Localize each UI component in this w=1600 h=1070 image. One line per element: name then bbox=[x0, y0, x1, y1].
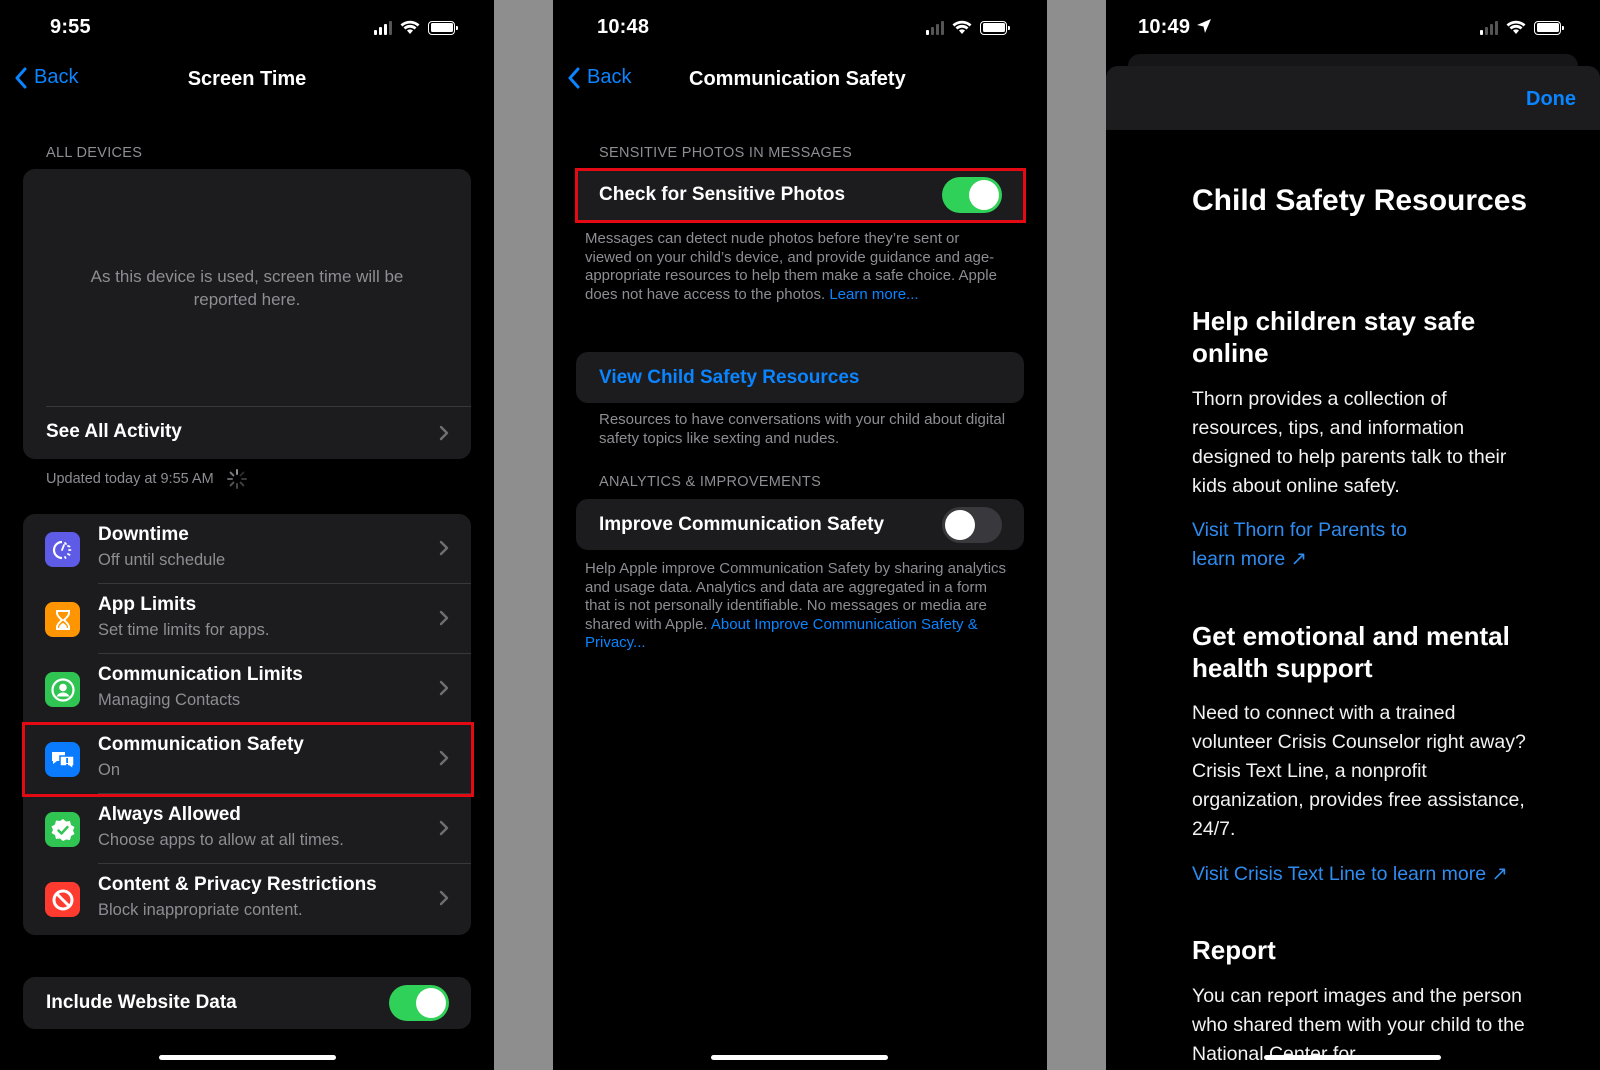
section-body: Need to connect with a trained volunteer… bbox=[1192, 702, 1526, 840]
chart-placeholder-text: As this device is used, screen time will… bbox=[90, 267, 404, 309]
check-sensitive-photos-label: Check for Sensitive Photos bbox=[599, 184, 846, 205]
status-icons bbox=[926, 20, 1010, 35]
analytics-header: ANALYTICS & IMPROVEMENTS bbox=[599, 474, 822, 490]
item-title: Communication Limits bbox=[98, 664, 303, 685]
check-sensitive-photos-row: Check for Sensitive Photos bbox=[576, 169, 1024, 221]
battery-icon bbox=[980, 20, 1010, 35]
item-subtitle: Choose apps to allow at all times. bbox=[98, 831, 344, 849]
see-all-activity-row[interactable]: See All Activity bbox=[23, 407, 471, 459]
item-subtitle: Block inappropriate content. bbox=[98, 901, 303, 919]
section-heading: Get emotional and mental health support bbox=[1192, 621, 1510, 683]
improve-footer: Help Apple improve Communication Safety … bbox=[585, 560, 1015, 653]
cellular-signal-icon bbox=[1480, 20, 1498, 35]
item-title: Content & Privacy Restrictions bbox=[98, 874, 377, 895]
crisis-text-line-link[interactable]: Visit Crisis Text Line to learn more ↗ bbox=[1192, 860, 1592, 889]
item-title: Communication Safety bbox=[98, 734, 304, 755]
chevron-right-icon bbox=[439, 425, 449, 441]
resources-footer: Resources to have conversations with you… bbox=[599, 411, 1006, 447]
downtime-icon bbox=[45, 532, 80, 567]
wifi-icon bbox=[952, 20, 972, 34]
list-item-communication-safety[interactable]: Communication Safety On bbox=[23, 724, 471, 794]
settings-list: Downtime Off until schedule App Limits S… bbox=[23, 514, 471, 935]
back-button[interactable]: Back bbox=[567, 66, 631, 89]
include-website-data-toggle[interactable] bbox=[389, 985, 449, 1021]
wifi-icon bbox=[1506, 20, 1526, 34]
communication-safety-screen: 10:48 Back Communication Safety SENSITIV… bbox=[553, 0, 1047, 1070]
chevron-right-icon bbox=[439, 820, 449, 836]
battery-icon bbox=[1534, 20, 1564, 35]
battery-icon bbox=[428, 20, 458, 35]
all-devices-header: ALL DEVICES bbox=[46, 145, 143, 161]
screen-time-screen: 9:55 Back Screen Time ALL DEVICES As thi… bbox=[0, 0, 494, 1070]
item-subtitle: Managing Contacts bbox=[98, 691, 241, 709]
footer-text: Messages can detect nude photos before t… bbox=[585, 230, 997, 303]
status-icons bbox=[1480, 20, 1564, 35]
item-subtitle: On bbox=[98, 761, 121, 779]
home-indicator bbox=[159, 1055, 336, 1060]
include-website-data-row: Include Website Data bbox=[23, 977, 471, 1029]
chevron-right-icon bbox=[439, 680, 449, 696]
chevron-left-icon bbox=[568, 67, 580, 88]
location-arrow-icon bbox=[1196, 19, 1211, 33]
section-body: Thorn provides a collection of resources… bbox=[1192, 388, 1507, 497]
status-time: 9:55 bbox=[50, 16, 91, 38]
child-safety-resources-screen: 10:49 Done Child Safety Resources Help c… bbox=[1106, 0, 1600, 1070]
page-title: Communication Safety bbox=[689, 68, 906, 90]
thorn-link[interactable]: Visit Thorn for Parents to learn more ↗ bbox=[1192, 516, 1432, 574]
view-child-safety-resources-button[interactable]: View Child Safety Resources bbox=[576, 352, 1024, 403]
improve-communication-safety-toggle[interactable] bbox=[942, 507, 1002, 543]
item-title: Always Allowed bbox=[98, 804, 241, 825]
sheet-header: Done bbox=[1106, 66, 1600, 130]
item-title: App Limits bbox=[98, 594, 197, 615]
updated-status: Updated today at 9:55 AM bbox=[46, 468, 248, 490]
improve-communication-safety-row: Improve Communication Safety bbox=[576, 499, 1024, 550]
learn-more-link[interactable]: Learn more... bbox=[829, 286, 918, 303]
page-title: Child Safety Resources bbox=[1192, 184, 1528, 217]
list-item-communication-limits[interactable]: Communication Limits Managing Contacts bbox=[23, 654, 471, 724]
view-child-safety-resources-label: View Child Safety Resources bbox=[599, 367, 860, 388]
improve-communication-safety-label: Improve Communication Safety bbox=[599, 514, 885, 535]
done-button[interactable]: Done bbox=[1526, 88, 1576, 111]
chevron-right-icon bbox=[439, 750, 449, 766]
status-time-text: 10:49 bbox=[1138, 16, 1191, 38]
chevron-right-icon bbox=[439, 890, 449, 906]
include-website-data-label: Include Website Data bbox=[46, 992, 237, 1013]
status-icons bbox=[374, 20, 458, 35]
check-sensitive-photos-toggle[interactable] bbox=[942, 177, 1002, 213]
wifi-icon bbox=[400, 20, 420, 34]
section-heading: Help children stay safe online bbox=[1192, 306, 1476, 368]
page-title: Screen Time bbox=[187, 68, 307, 90]
see-all-activity-label: See All Activity bbox=[46, 421, 182, 442]
item-subtitle: Set time limits for apps. bbox=[98, 621, 270, 639]
home-indicator bbox=[711, 1055, 888, 1060]
updated-text: Updated today at 9:55 AM bbox=[46, 471, 214, 487]
cellular-signal-icon bbox=[374, 20, 392, 35]
status-time: 10:49 bbox=[1138, 16, 1212, 39]
chevron-right-icon bbox=[439, 540, 449, 556]
item-title: Downtime bbox=[98, 524, 189, 545]
activity-card: As this device is used, screen time will… bbox=[23, 169, 471, 459]
back-label: Back bbox=[587, 66, 632, 88]
restricted-icon bbox=[45, 882, 80, 917]
home-indicator bbox=[1264, 1055, 1441, 1060]
item-subtitle: Off until schedule bbox=[98, 551, 226, 569]
cellular-signal-icon bbox=[926, 20, 944, 35]
status-time: 10:48 bbox=[597, 16, 650, 38]
section-heading: Report bbox=[1192, 935, 1276, 965]
checkmark-badge-icon bbox=[45, 812, 80, 847]
chevron-right-icon bbox=[439, 610, 449, 626]
list-item-always-allowed[interactable]: Always Allowed Choose apps to allow at a… bbox=[23, 794, 471, 864]
sensitive-photos-header: SENSITIVE PHOTOS IN MESSAGES bbox=[599, 145, 853, 161]
hourglass-icon bbox=[45, 602, 80, 637]
contact-icon bbox=[45, 672, 80, 707]
sensitive-photos-footer: Messages can detect nude photos before t… bbox=[585, 230, 1005, 304]
list-item-app-limits[interactable]: App Limits Set time limits for apps. bbox=[23, 584, 471, 654]
list-item-downtime[interactable]: Downtime Off until schedule bbox=[23, 514, 471, 584]
list-item-content-privacy[interactable]: Content & Privacy Restrictions Block ina… bbox=[23, 864, 471, 934]
chat-bubbles-icon bbox=[45, 742, 80, 777]
loading-spinner-icon bbox=[226, 469, 247, 489]
